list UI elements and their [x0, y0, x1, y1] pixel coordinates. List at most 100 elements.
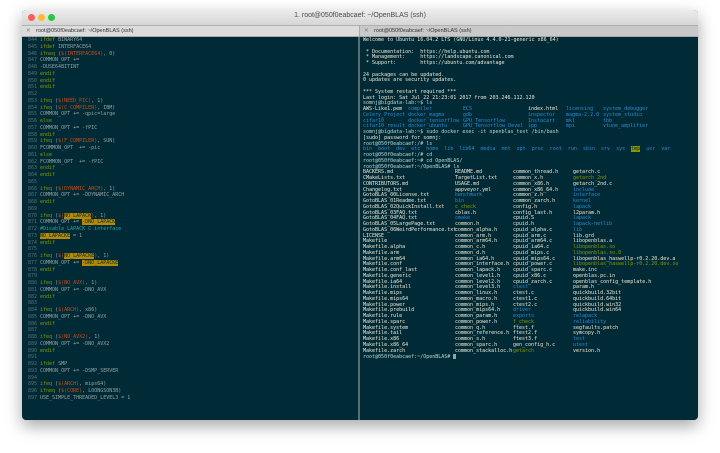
- code-text: endif: [40, 70, 56, 77]
- file-entry: srv: [601, 146, 611, 153]
- code-text: COMMON_OPT += -DSMP_SERVER: [40, 367, 119, 374]
- line-number: 857: [27, 124, 37, 131]
- code-line: 855 COMMON_OPT += -qpic=large: [24, 111, 116, 118]
- code-text: USE_SIMPLE_THREADED_LEVEL3 = 1: [40, 394, 131, 401]
- code-text: NO_LAPACKE = 1: [40, 232, 83, 239]
- line-number: 885: [27, 313, 37, 320]
- code-text: endif: [40, 239, 56, 246]
- code-text: endif: [40, 165, 56, 172]
- motd-line: * Support: https://ubuntu.com/advantage: [363, 60, 505, 66]
- file-entry: tmp: [631, 146, 641, 153]
- code-text: endif: [40, 320, 56, 327]
- vim-editor-pane[interactable]: 844 ifdef BINARY64 845 ifdef INTERFACE64 846…: [22, 37, 358, 420]
- terminal-window: 1. root@050f0eabcaef: ~/OpenBLAS (ssh) ✕…: [22, 10, 698, 420]
- line-number: 877: [27, 259, 37, 266]
- code-text: COMMON_OPT += -fPIC: [40, 124, 98, 131]
- code-text: FCOMMON_OPT += -pic: [40, 145, 101, 151]
- line-number: 873: [27, 232, 37, 239]
- motd-line: Welcome to Ubuntu 16.04.2 LTS (GNU/Linux…: [363, 37, 559, 43]
- code-text: COMMON_OPT += -DNO_AVX: [40, 286, 107, 293]
- code-line: 877 COMMON_OPT += -DNO_LAPACKE: [24, 259, 119, 267]
- line-number: 853: [27, 97, 37, 104]
- line-number: 845: [27, 43, 37, 50]
- window-title: 1. root@050f0eabcaef: ~/OpenBLAS (ssh): [294, 12, 426, 19]
- file-entry: common_stackalloc.h: [455, 347, 513, 354]
- code-line: 864 endif: [24, 172, 56, 179]
- file-entry: version.h: [573, 347, 601, 354]
- code-text: #Disable LAPACK C interface: [40, 226, 122, 232]
- tab-label: root@050f0eabcaef: ~/OpenBLAS (ssh): [36, 28, 134, 34]
- code-text: ifeq ($(NO_AVX2), 1): [40, 334, 101, 340]
- file-entry: vtune_amplifier: [603, 123, 649, 130]
- shell-pane[interactable]: Welcome to Ubuntu 16.04.2 LTS (GNU/Linux…: [360, 37, 698, 420]
- code-text: ifeq ($(DYNAMIC_ARCH), 1): [40, 185, 116, 192]
- motd-line: 0 updates are security updates.: [363, 77, 457, 84]
- code-text: FCOMMON_OPT += -fPIC: [40, 158, 104, 165]
- code-line: 881 COMMON_OPT += -DNO_AVX: [24, 286, 107, 294]
- code-text: endif: [40, 172, 56, 178]
- line-number: 889: [27, 340, 37, 347]
- code-text: ifdef BINARY64: [40, 37, 83, 43]
- code-text: ifeq ($(NEED_PIC), 1): [40, 97, 104, 104]
- code-line: 865: [24, 178, 40, 186]
- file-entry: mnt: [501, 146, 511, 153]
- code-line: 893 COMMON_OPT += -DSMP_SERVER: [24, 367, 119, 375]
- code-text: endif: [40, 77, 56, 84]
- tab-bar: ✕ root@050f0eabcaef: ~/OpenBLAS (ssh) ✕ …: [22, 26, 698, 37]
- code-text: COMMON_OPT += -DDYNAMIC_ARCH: [40, 192, 125, 199]
- code-text: ifeq ($(F_COMPILER), SUN): [40, 138, 116, 145]
- file-entry: lib64: [459, 146, 475, 153]
- file-entry: getarch: [513, 347, 535, 354]
- code-text: COMMON_OPT += -DNO_LAPACKE: [40, 259, 119, 266]
- code-line: 869: [24, 205, 40, 213]
- file-entry: usr: [646, 146, 656, 153]
- code-text: COMMON_OPT +=: [40, 57, 80, 64]
- code-text: endif: [40, 199, 56, 205]
- tab-right-pane[interactable]: ✕ root@050f0eabcaef: ~/OpenBLAS (ssh): [360, 26, 698, 36]
- code-text: COMMON_OPT += -qpic=large: [40, 111, 116, 118]
- code-line: 852: [24, 91, 40, 98]
- tab-left-pane[interactable]: ✕ root@050f0eabcaef: ~/OpenBLAS (ssh): [22, 26, 360, 36]
- code-text: ifdef INTERFACE64: [40, 43, 92, 50]
- file-entry: lib: [444, 146, 454, 153]
- line-number: 869: [27, 205, 37, 212]
- line-number: 865: [27, 178, 37, 185]
- line-number: 897: [27, 394, 37, 401]
- code-line: 889 COMMON_OPT += -DNO_AVX2: [24, 340, 110, 348]
- code-text: -DUSE64BITINT: [40, 64, 80, 70]
- code-line: 885 COMMON_OPT += -DNO_AVX: [24, 313, 107, 321]
- file-entry: var: [661, 146, 671, 153]
- title-bar: 1. root@050f0eabcaef: ~/OpenBLAS (ssh): [22, 10, 698, 26]
- code-text: endif: [40, 347, 56, 354]
- tab-label: root@050f0eabcaef: ~/OpenBLAS (ssh): [374, 28, 472, 34]
- code-text: endif: [40, 293, 56, 300]
- file-entry: media: [480, 146, 496, 153]
- code-text: endif: [40, 266, 56, 273]
- line-number: 849: [27, 70, 37, 77]
- code-text: endif: [40, 131, 56, 138]
- code-text: ifneq ($(CORE), LOONGSON3B): [40, 388, 122, 394]
- code-text: else: [40, 151, 53, 158]
- terminal-cursor: [453, 354, 457, 360]
- close-tab-icon[interactable]: ✕: [364, 26, 369, 36]
- code-text: ifneq ($(INTERFACE64), 0): [40, 50, 116, 57]
- code-text: ifeq ($(ARCH), mips64): [40, 381, 107, 388]
- code-line: 868 endif: [24, 199, 56, 206]
- code-text: COMMON_OPT += -DNO_AVX2: [40, 340, 110, 347]
- shell-prompt: root@050f0eabcaef:~/OpenBLAS#: [363, 354, 457, 360]
- file-entry: sys: [616, 146, 626, 153]
- file-entry: run: [567, 146, 577, 153]
- code-text: ifeq ($(NO_LAPACKE), 1): [40, 253, 110, 259]
- line-number: 881: [27, 286, 37, 293]
- code-text: ifeq ($(NO_LAPACK), 1): [40, 212, 107, 219]
- code-text: COMMON_OPT += -DNO_LAPACK: [40, 219, 116, 226]
- line-number: 893: [27, 367, 37, 374]
- code-text: COMMON_OPT += -DNO_AVX: [40, 313, 107, 320]
- file-entry: opt: [516, 146, 526, 153]
- code-text: endif: [40, 84, 56, 91]
- code-text: ifdef SMP: [40, 361, 68, 367]
- code-text: else: [40, 118, 53, 124]
- file-entry: root: [549, 146, 562, 153]
- close-tab-icon[interactable]: ✕: [26, 26, 31, 36]
- code-text: ifeq ($(ARCH), x86): [40, 307, 98, 313]
